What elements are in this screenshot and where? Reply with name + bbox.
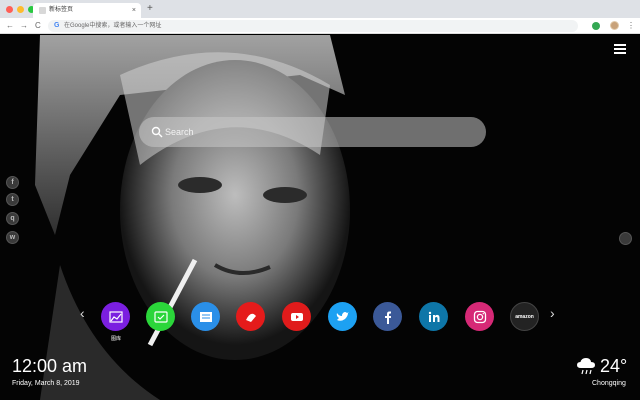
clock-date: Friday, March 8, 2019 <box>12 380 80 387</box>
browser-tab-bar: 新标签页 × + <box>0 0 640 18</box>
facebook-app-icon[interactable] <box>373 302 402 331</box>
tab-close-icon[interactable]: × <box>132 5 136 16</box>
youtube-app-icon[interactable] <box>282 302 311 331</box>
gallery-app-label: 图库 <box>110 336 121 342</box>
browser-toolbar: ← → C G 在Google中搜索，或者输入一个网址 ⋮ <box>0 18 640 34</box>
window-controls <box>6 6 35 13</box>
search-bar <box>139 117 486 147</box>
tab-favicon-icon <box>39 7 46 14</box>
search-input[interactable] <box>165 123 465 141</box>
profile-avatar[interactable] <box>610 21 619 30</box>
address-bar[interactable]: G 在Google中搜索，或者输入一个网址 <box>48 20 578 32</box>
amazon-app-icon[interactable]: amazon <box>510 302 539 331</box>
clock-time: 12:00 am <box>12 356 88 376</box>
back-button[interactable]: ← <box>6 20 14 32</box>
game-app-icon[interactable] <box>236 302 265 331</box>
cloud-rain-icon <box>577 358 595 375</box>
tab-new-tab[interactable]: 新标签页 × <box>33 3 141 18</box>
next-arrow-icon[interactable]: › <box>550 305 555 321</box>
extension-icon[interactable] <box>592 22 600 30</box>
new-tab-page: f t q w ‹ › 图库 amazon 12:00 am Friday, M… <box>0 35 640 400</box>
qq-icon[interactable]: q <box>6 212 19 225</box>
instagram-app-icon[interactable] <box>465 302 494 331</box>
new-tab-button[interactable]: + <box>147 3 153 15</box>
twitter-icon[interactable]: t <box>6 193 19 206</box>
wechat-icon[interactable]: w <box>6 231 19 244</box>
weather-temperature: 24° <box>600 356 628 376</box>
weather-city: Chongqing <box>592 380 626 387</box>
twitter-app-icon[interactable] <box>328 302 357 331</box>
prev-arrow-icon[interactable]: ‹ <box>80 305 85 321</box>
search-icon[interactable] <box>151 126 163 138</box>
close-window-icon[interactable] <box>6 6 13 13</box>
facebook-icon[interactable]: f <box>6 176 19 189</box>
google-icon: G <box>54 22 60 29</box>
hamburger-menu-icon[interactable] <box>614 44 626 54</box>
news-app-icon[interactable] <box>191 302 220 331</box>
gallery-app-icon[interactable] <box>101 302 130 331</box>
green-chat-app-icon[interactable] <box>146 302 175 331</box>
minimize-window-icon[interactable] <box>17 6 24 13</box>
address-bar-placeholder: 在Google中搜索，或者输入一个网址 <box>64 23 162 29</box>
tab-title: 新标签页 <box>49 7 74 13</box>
background-photo <box>0 35 640 400</box>
linkedin-app-icon[interactable] <box>419 302 448 331</box>
reload-button[interactable]: C <box>35 20 41 32</box>
forward-button[interactable]: → <box>20 20 28 32</box>
browser-menu-button[interactable]: ⋮ <box>627 20 635 32</box>
side-toggle-icon[interactable] <box>619 232 632 245</box>
